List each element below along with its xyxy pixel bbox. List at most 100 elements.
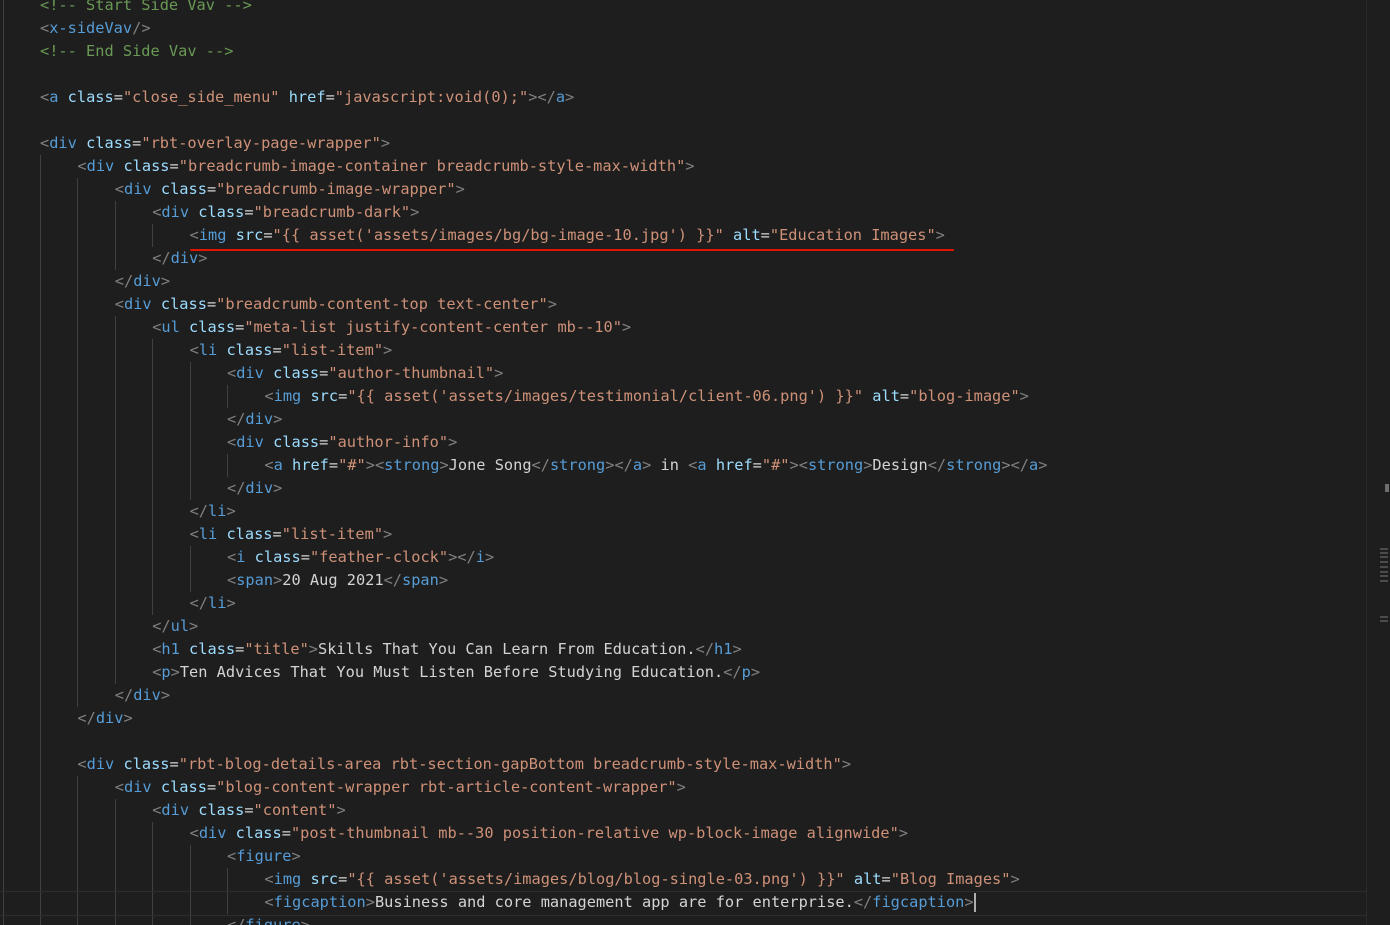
token-brk: >< — [365, 456, 385, 474]
code-line[interactable]: <!-- End Side Vav --> — [40, 40, 233, 63]
token-brk: > — [273, 571, 283, 589]
code-line[interactable]: <div class="post-thumbnail mb--30 positi… — [190, 822, 908, 845]
token-eq: = — [235, 640, 245, 658]
token-brk: > — [565, 88, 575, 106]
token-brk: ></ — [1001, 456, 1030, 474]
token-brk: /> — [132, 19, 151, 37]
token-tag: div — [161, 801, 190, 819]
token-brk: > — [291, 847, 301, 865]
code-line[interactable]: <img src="{{ asset('assets/images/bg/bg-… — [190, 224, 945, 247]
code-line[interactable]: <div class="blog-content-wrapper rbt-art… — [115, 776, 686, 799]
code-line[interactable]: <a href="#"><strong>Jone Song</strong></… — [264, 454, 1047, 477]
code-line[interactable]: <a class="close_side_menu" href="javascr… — [40, 86, 574, 109]
code-line[interactable]: </li> — [190, 500, 236, 523]
token-eq: = — [206, 778, 217, 796]
token-eq: = — [899, 387, 910, 405]
code-line[interactable]: </figure> — [227, 914, 310, 925]
code-line[interactable]: <div class="author-info"> — [227, 431, 457, 454]
code-line[interactable]: </li> — [190, 592, 236, 615]
token-eq: = — [328, 456, 339, 474]
token-brk: > — [123, 709, 133, 727]
token-eq: = — [752, 456, 762, 474]
token-tag: a — [273, 456, 283, 474]
code-line[interactable]: <ul class="meta-list justify-content-cen… — [152, 316, 631, 339]
token-tag: span — [236, 571, 274, 589]
token-brk: < — [264, 893, 274, 911]
token-eq: = — [319, 364, 329, 382]
token-tag: li — [208, 594, 227, 612]
token-tag: div — [133, 272, 161, 290]
token-str: "post-thumbnail mb--30 position-relative… — [290, 824, 899, 842]
code-line[interactable]: <span>20 Aug 2021</span> — [227, 569, 448, 592]
token-brk: < — [264, 870, 274, 888]
token-str: "author-info" — [328, 433, 449, 451]
token-tag: figcaption — [872, 893, 965, 911]
token-str: "{{ asset('assets/images/blog/blog-singl… — [347, 870, 845, 888]
code-line[interactable]: <h1 class="title">Skills That You Can Le… — [152, 638, 741, 661]
token-tag: li — [198, 525, 218, 543]
token-brk: > — [685, 157, 695, 175]
token-brk: < — [77, 157, 87, 175]
token-str: "rbt-blog-details-area rbt-section-gapBo… — [178, 755, 842, 773]
code-line[interactable]: <div class="content"> — [152, 799, 345, 822]
code-line[interactable]: <div class="rbt-blog-details-area rbt-se… — [77, 753, 851, 776]
token-tag: p — [741, 663, 751, 681]
token-str: "list-item" — [281, 341, 384, 359]
token-eq: = — [272, 525, 282, 543]
code-line[interactable]: <li class="list-item"> — [190, 339, 393, 362]
code-line[interactable]: <img src="{{ asset('assets/images/testim… — [264, 385, 1028, 408]
code-line[interactable]: </ul> — [152, 615, 198, 638]
token-tag: div — [124, 180, 152, 198]
code-line[interactable]: <div class="author-thumbnail"> — [227, 362, 503, 385]
token-str: "list-item" — [281, 525, 384, 543]
scrollbar-marker[interactable] — [1385, 484, 1389, 492]
token-str: "breadcrumb-image-container breadcrumb-s… — [178, 157, 686, 175]
token-str: "{{ asset('assets/images/testimonial/cli… — [347, 387, 864, 405]
code-line[interactable]: <img src="{{ asset('assets/images/blog/b… — [264, 868, 1019, 891]
token-brk: > — [273, 479, 283, 497]
token-attr: class — [67, 88, 114, 106]
token-tag: i — [475, 548, 485, 566]
token-brk: > — [300, 916, 310, 925]
code-line[interactable]: <li class="list-item"> — [190, 523, 393, 546]
code-line[interactable]: </div> — [77, 707, 132, 730]
code-line[interactable]: </div> — [115, 684, 170, 707]
code-line[interactable]: <x-sideVav/> — [40, 17, 151, 40]
code-line[interactable]: <div class="breadcrumb-content-top text-… — [115, 293, 557, 316]
code-line[interactable]: </div> — [227, 477, 282, 500]
token-str: "author-thumbnail" — [328, 364, 495, 382]
indent-guide — [115, 201, 116, 270]
code-line[interactable]: <figcaption>Business and core management… — [264, 891, 973, 914]
token-attr: class — [198, 203, 245, 221]
code-line[interactable]: <figure> — [227, 845, 301, 868]
code-line[interactable]: <p>Ten Advices That You Must Listen Befo… — [152, 661, 760, 684]
token-tag: ul — [170, 617, 190, 635]
code-line[interactable]: <div class="breadcrumb-dark"> — [152, 201, 419, 224]
minimap-line — [1380, 580, 1388, 582]
minimap-line — [1380, 575, 1388, 577]
token-attr: class — [198, 801, 245, 819]
token-attr: class — [273, 433, 320, 451]
code-line[interactable]: <!-- Start Side Vav --> — [40, 0, 252, 17]
token-attr: href — [715, 456, 753, 474]
token-str: "rbt-overlay-page-wrapper" — [141, 134, 381, 152]
token-brk: > — [439, 456, 449, 474]
token-txt: Skills That You Can Learn From Education… — [318, 640, 696, 658]
token-tag: ul — [161, 318, 180, 336]
token-tag: li — [208, 502, 227, 520]
code-line[interactable]: <i class="feather-clock"></i> — [227, 546, 494, 569]
code-line[interactable]: <div class="rbt-overlay-page-wrapper"> — [40, 132, 390, 155]
code-line[interactable]: <div class="breadcrumb-image-container b… — [77, 155, 694, 178]
token-brk: >< — [789, 456, 808, 474]
code-line[interactable]: </div> — [227, 408, 282, 431]
code-line[interactable]: <div class="breadcrumb-image-wrapper"> — [115, 178, 465, 201]
token-brk: < — [77, 755, 87, 773]
token-brk: </ — [383, 571, 403, 589]
code-line[interactable]: </div> — [115, 270, 170, 293]
token-attr: src — [310, 870, 339, 888]
token-tag: div — [133, 686, 161, 704]
token-eq: = — [338, 870, 348, 888]
code-editor[interactable]: <!-- Start Side Vav --> <x-sideVav/> <!-- … — [0, 0, 1390, 925]
